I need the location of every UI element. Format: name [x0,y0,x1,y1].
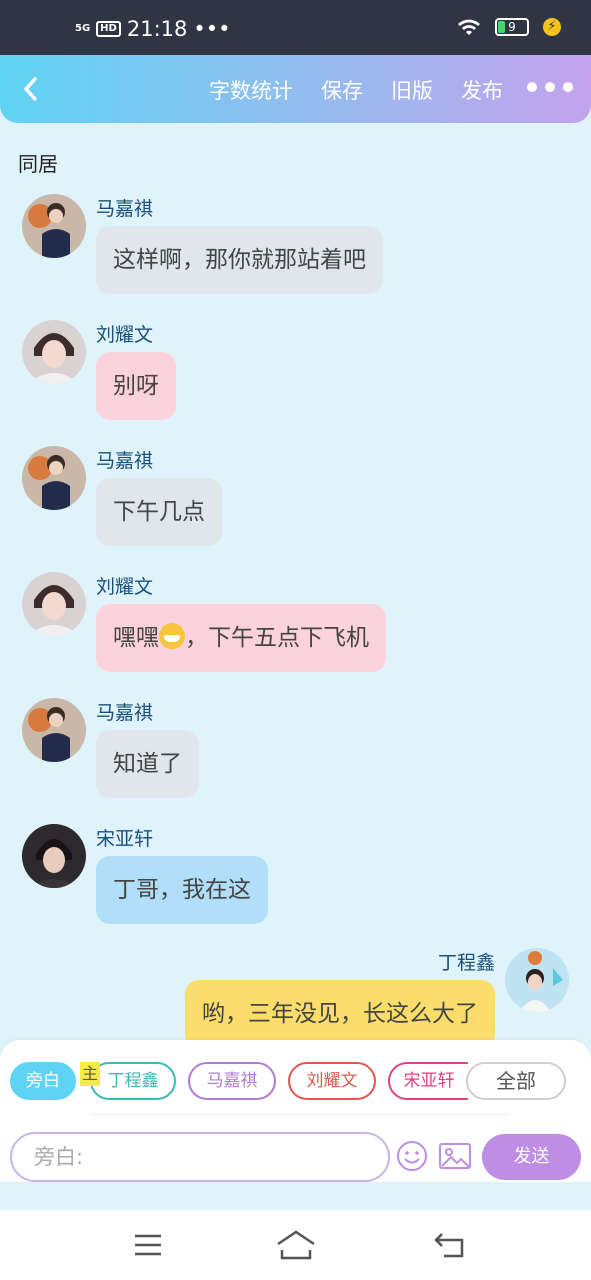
word-count-button[interactable]: 字数统计 [209,75,293,105]
chat-title: 同居 [18,152,58,176]
avatar-ma[interactable] [22,698,86,762]
send-button[interactable]: 发送 [482,1134,581,1180]
avatar-liu[interactable] [22,572,86,636]
save-button[interactable]: 保存 [321,75,363,105]
wifi-icon [458,19,480,35]
sender-name: 马嘉祺 [96,450,154,472]
message-bubble[interactable]: 丁哥，我在这 [96,856,268,924]
system-nav-bar [0,1210,591,1280]
message-text: 嘿嘿 [113,625,159,651]
role-chip-ding[interactable]: 丁程鑫 [90,1062,176,1100]
role-chip-song[interactable]: 宋亚轩 [388,1062,468,1100]
grinning-emoji-icon [159,622,185,649]
role-selector: 旁白 丁程鑫 主 马嘉祺 刘耀文 宋亚轩 全部 [10,1062,570,1100]
back-nav-icon[interactable] [434,1230,466,1260]
menu-icon[interactable] [134,1234,162,1256]
publish-button[interactable]: 发布 [461,75,503,105]
avatar-song[interactable] [22,824,86,888]
message-bubble[interactable]: 嘿嘿 ，下午五点下飞机 [96,604,386,672]
role-chip-all[interactable]: 全部 [466,1062,566,1100]
role-chip-liu[interactable]: 刘耀文 [288,1062,376,1100]
message-bubble[interactable]: 别呀 [96,352,176,420]
main-role-badge: 主 [80,1062,100,1086]
emoji-icon[interactable] [396,1140,428,1172]
composer-panel: 旁白 丁程鑫 主 马嘉祺 刘耀文 宋亚轩 全部 发送 [0,1040,591,1182]
charging-icon: ⚡ [543,18,561,36]
sender-name: 马嘉祺 [96,198,154,220]
status-left: 5G HD 21:18 ••• [75,17,231,41]
message-ding-1: 丁程鑫 哟，三年没见，长这么大了 [148,948,569,1048]
battery-level: 9 [508,20,516,34]
role-chip-ma[interactable]: 马嘉祺 [188,1062,276,1100]
more-icon[interactable] [527,82,573,92]
back-icon[interactable] [18,75,44,103]
divider [90,1114,510,1115]
avatar-ma[interactable] [22,446,86,510]
header-menu: 字数统计 保存 旧版 发布 [209,75,503,105]
message-bubble[interactable]: 这样啊，那你就那站着吧 [96,226,383,294]
message-input[interactable] [10,1132,390,1182]
sender-name: 刘耀文 [96,324,154,346]
role-chip-narration[interactable]: 旁白 [10,1062,76,1100]
message-bubble[interactable]: 知道了 [96,730,199,798]
app-header: 字数统计 保存 旧版 发布 [0,55,591,123]
message-bubble[interactable]: 下午几点 [96,478,222,546]
clock: 21:18 [126,17,188,41]
status-more: ••• [193,17,231,41]
status-right: 9 ⚡ [457,18,561,36]
sender-name: 丁程鑫 [437,952,495,974]
battery-icon: 9 [495,18,529,36]
message-text: ，下午五点下飞机 [185,625,369,651]
home-icon[interactable] [276,1230,316,1260]
sender-name: 马嘉祺 [96,702,154,724]
image-icon[interactable] [438,1140,472,1172]
avatar-ding[interactable] [505,948,569,1012]
sender-name: 宋亚轩 [96,828,154,850]
message-bubble[interactable]: 哟，三年没见，长这么大了 [185,980,495,1048]
old-version-button[interactable]: 旧版 [391,75,433,105]
network-indicator: 5G [75,23,91,34]
sender-name: 刘耀文 [96,576,154,598]
hd-badge: HD [96,21,121,37]
avatar-liu[interactable] [22,320,86,384]
status-bar: 5G HD 21:18 ••• 9 ⚡ [0,0,591,55]
avatar-ma[interactable] [22,194,86,258]
